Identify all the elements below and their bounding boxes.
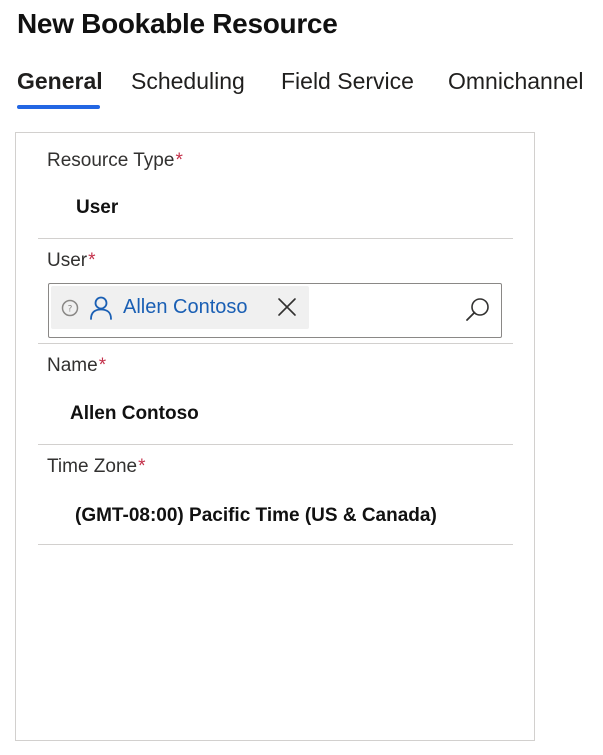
field-divider bbox=[38, 544, 513, 545]
tab-bar: General Scheduling Field Service Omnicha… bbox=[17, 68, 603, 112]
selected-user-name[interactable]: Allen Contoso bbox=[123, 296, 248, 319]
name-value[interactable]: Allen Contoso bbox=[70, 403, 199, 425]
field-divider bbox=[38, 343, 513, 344]
time-zone-label: Time Zone* bbox=[47, 456, 146, 478]
active-tab-indicator bbox=[17, 105, 100, 109]
tab-scheduling[interactable]: Scheduling bbox=[131, 68, 245, 95]
name-label: Name* bbox=[47, 355, 106, 377]
resource-type-label: Resource Type* bbox=[47, 150, 183, 172]
tab-general[interactable]: General bbox=[17, 68, 103, 95]
name-label-text: Name bbox=[47, 355, 98, 376]
search-icon[interactable] bbox=[465, 297, 491, 323]
time-zone-label-text: Time Zone bbox=[47, 456, 138, 477]
tab-omnichannel[interactable]: Omnichannel bbox=[448, 68, 584, 95]
page-title: New Bookable Resource bbox=[17, 8, 338, 39]
required-marker: * bbox=[88, 250, 96, 271]
field-divider bbox=[38, 444, 513, 445]
svg-text:?: ? bbox=[68, 305, 73, 315]
selected-user-tag[interactable]: ? Allen Contoso bbox=[51, 286, 309, 329]
person-icon bbox=[90, 296, 112, 320]
close-icon[interactable] bbox=[276, 296, 298, 318]
general-form-section: Resource Type* User User* ? Allen Contos… bbox=[15, 132, 535, 741]
resource-type-label-text: Resource Type bbox=[47, 150, 175, 171]
user-lookup-field[interactable]: ? Allen Contoso bbox=[48, 283, 502, 338]
presence-unknown-icon: ? bbox=[61, 299, 79, 317]
field-divider bbox=[38, 238, 513, 239]
user-label: User* bbox=[47, 250, 96, 272]
required-marker: * bbox=[138, 456, 146, 477]
tab-field-service[interactable]: Field Service bbox=[281, 68, 414, 95]
user-label-text: User bbox=[47, 250, 88, 271]
required-marker: * bbox=[98, 355, 107, 376]
resource-type-value[interactable]: User bbox=[76, 197, 118, 219]
required-marker: * bbox=[175, 150, 183, 171]
time-zone-value[interactable]: (GMT-08:00) Pacific Time (US & Canada) bbox=[75, 505, 437, 527]
